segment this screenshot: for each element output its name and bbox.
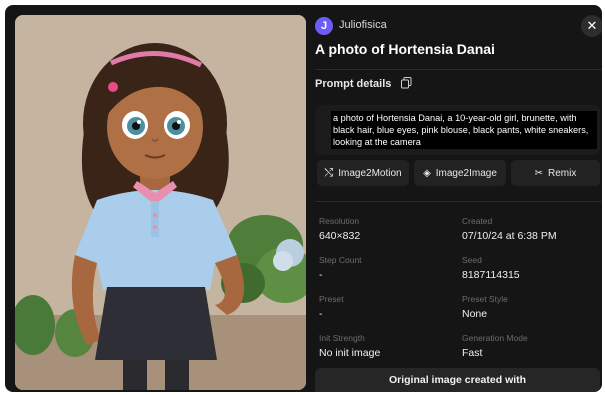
init-strength-value: No init image xyxy=(319,347,381,359)
image-details-modal: J Juliofisica ✕ A photo of Hortensia Dan… xyxy=(5,5,602,392)
divider xyxy=(315,69,602,70)
image2image-label: Image2Image xyxy=(435,167,497,179)
girl-illustration xyxy=(15,15,306,390)
preset-style-label: Preset Style xyxy=(462,294,508,304)
created-label: Created xyxy=(462,216,493,226)
close-button[interactable]: ✕ xyxy=(581,15,602,37)
step-count-value: - xyxy=(319,269,323,281)
username[interactable]: Juliofisica xyxy=(339,19,387,31)
close-icon: ✕ xyxy=(586,18,598,33)
preset-label: Preset xyxy=(319,294,344,304)
image2motion-label: Image2Motion xyxy=(338,167,402,179)
step-count-label: Step Count xyxy=(319,255,362,265)
generation-mode-label: Generation Mode xyxy=(462,333,528,343)
remix-label: Remix xyxy=(548,167,577,179)
details-panel: J Juliofisica ✕ A photo of Hortensia Dan… xyxy=(305,5,602,392)
generation-mode-value: Fast xyxy=(462,347,483,359)
avatar[interactable]: J xyxy=(315,17,333,35)
preset-style-value: None xyxy=(462,308,488,320)
remix-button[interactable]: ✂ Remix xyxy=(511,160,600,186)
preset-value: - xyxy=(319,308,323,320)
seed-value: 8187114315 xyxy=(462,269,520,281)
original-image-button[interactable]: Original image created with xyxy=(315,368,600,392)
motion-icon: ⤭ xyxy=(324,166,334,179)
copy-icon[interactable] xyxy=(401,77,412,89)
image2image-button[interactable]: ◈ Image2Image xyxy=(414,160,506,186)
prompt-box: a photo of Hortensia Danai, a 10-year-ol… xyxy=(315,105,600,155)
layers-icon: ◈ xyxy=(423,167,431,179)
page-title: A photo of Hortensia Danai xyxy=(315,41,495,57)
generated-image[interactable] xyxy=(15,15,306,390)
created-value: 07/10/24 at 6:38 PM xyxy=(462,230,557,242)
prompt-text: a photo of Hortensia Danai, a 10-year-ol… xyxy=(331,111,597,149)
image2motion-button[interactable]: ⤭ Image2Motion xyxy=(317,160,409,186)
shuffle-icon: ✂ xyxy=(534,167,544,179)
resolution-value: 640×832 xyxy=(319,230,361,242)
resolution-label: Resolution xyxy=(319,216,360,226)
prompt-details-label: Prompt details xyxy=(315,78,392,90)
seed-label: Seed xyxy=(462,255,482,265)
init-strength-label: Init Strength xyxy=(319,333,365,343)
divider xyxy=(315,201,602,202)
